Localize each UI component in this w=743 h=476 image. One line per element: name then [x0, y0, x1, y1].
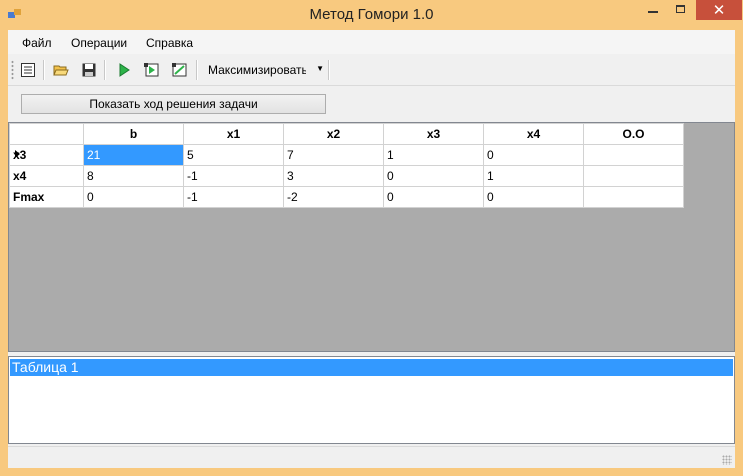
close-button[interactable]: ✕	[696, 0, 742, 20]
table-cell[interactable]: -1	[183, 186, 284, 208]
row-header[interactable]: Fmax	[9, 186, 84, 208]
list-item[interactable]: Таблица 1	[10, 359, 733, 376]
table-cell[interactable]: 3	[283, 165, 384, 187]
menu-operations[interactable]: Операции	[71, 36, 127, 50]
main-window: Файл Операции Справка Максимизировать ▼ …	[8, 30, 735, 468]
mode-select-value: Максимизировать	[208, 63, 306, 77]
toolbar-separator	[196, 60, 198, 80]
column-header[interactable]: x1	[183, 123, 284, 145]
table-cell[interactable]: 5	[183, 144, 284, 166]
minimize-button[interactable]	[640, 0, 666, 20]
table-cell[interactable]: 0	[483, 144, 584, 166]
play-icon	[119, 63, 130, 77]
table-cell[interactable]	[583, 165, 684, 187]
table-cell[interactable]: 1	[483, 165, 584, 187]
column-header[interactable]: x3	[383, 123, 484, 145]
column-header[interactable]: O.O	[583, 123, 684, 145]
new-table-button[interactable]	[17, 59, 39, 81]
tables-list[interactable]: Таблица 1	[8, 356, 735, 444]
save-icon	[82, 63, 96, 77]
save-button[interactable]	[78, 59, 100, 81]
show-solution-button[interactable]: Показать ход решения задачи	[21, 94, 326, 114]
table-cell[interactable]: 0	[383, 186, 484, 208]
table-cell[interactable]: 0	[483, 186, 584, 208]
mode-select[interactable]: Максимизировать ▼	[202, 59, 328, 81]
report-button[interactable]	[169, 59, 191, 81]
table-cell[interactable]: 0	[83, 186, 184, 208]
column-header[interactable]: x2	[283, 123, 384, 145]
toolbar: Максимизировать ▼	[8, 54, 735, 86]
table-row: x3 21 5 7 1 0	[9, 144, 684, 166]
resize-grip-icon[interactable]	[722, 455, 732, 465]
current-row-icon	[15, 150, 20, 158]
table-cell[interactable]	[583, 144, 684, 166]
table-cell[interactable]: 8	[83, 165, 184, 187]
chevron-down-icon: ▼	[316, 64, 324, 73]
minimize-icon	[648, 11, 658, 13]
column-header[interactable]: b	[83, 123, 184, 145]
toolbar-separator	[104, 60, 106, 80]
table-cell[interactable]: 1	[383, 144, 484, 166]
table-cell[interactable]: 21	[83, 144, 184, 166]
maximize-icon	[676, 5, 685, 13]
table-cell[interactable]: -1	[183, 165, 284, 187]
maximize-button[interactable]	[668, 0, 694, 20]
folder-open-icon	[53, 65, 69, 76]
table-cell[interactable]: 0	[383, 165, 484, 187]
run-button[interactable]	[113, 59, 135, 81]
report-icon	[172, 63, 187, 77]
open-button[interactable]	[50, 59, 72, 81]
toolbar-grip[interactable]	[11, 60, 14, 80]
simplex-table: b x1 x2 x3 x4 O.O x3 21 5 7 1 0 x4 8 -1 …	[8, 122, 735, 352]
row-header[interactable]: x3	[9, 144, 84, 166]
table-row: x4 8 -1 3 0 1	[9, 165, 684, 187]
menu-bar: Файл Операции Справка	[8, 30, 735, 54]
column-header[interactable]: x4	[483, 123, 584, 145]
table-cell[interactable]	[583, 186, 684, 208]
table-row: Fmax 0 -1 -2 0 0	[9, 186, 684, 208]
step-icon	[144, 63, 159, 77]
menu-file[interactable]: Файл	[22, 36, 52, 50]
table-cell[interactable]: -2	[283, 186, 384, 208]
step-button[interactable]	[141, 59, 163, 81]
window-title: Метод Гомори 1.0	[309, 6, 434, 23]
table-icon	[21, 63, 35, 77]
table-cell[interactable]: 7	[283, 144, 384, 166]
status-bar	[8, 446, 735, 468]
menu-help[interactable]: Справка	[146, 36, 193, 50]
title-bar: Метод Гомори 1.0 ✕	[0, 0, 743, 30]
row-header[interactable]: x4	[9, 165, 84, 187]
toolbar-separator	[43, 60, 45, 80]
data-grid: b x1 x2 x3 x4 O.O x3 21 5 7 1 0 x4 8 -1 …	[9, 123, 684, 208]
corner-header[interactable]	[9, 123, 84, 145]
toolbar-separator	[328, 60, 330, 80]
close-icon: ✕	[712, 2, 726, 19]
